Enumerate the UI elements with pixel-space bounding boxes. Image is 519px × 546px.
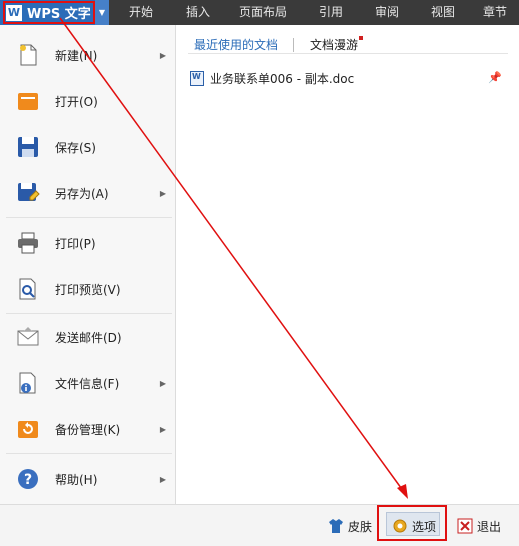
tab-references[interactable]: 引用	[303, 0, 359, 25]
menu-divider	[6, 217, 172, 218]
chevron-down-icon[interactable]: ▼	[95, 0, 109, 25]
wps-menu-button[interactable]: W WPS 文字 ▼	[0, 0, 109, 25]
submenu-arrow-icon: ▶	[159, 50, 166, 60]
ribbon-bar: W WPS 文字 ▼ 开始 插入 页面布局 引用 审阅 视图 章节	[0, 0, 519, 25]
tshirt-icon	[329, 519, 343, 533]
menu-item-send-mail[interactable]: 发送邮件(D)	[0, 317, 176, 357]
tab-start[interactable]: 开始	[109, 0, 173, 25]
tab-label: 文档漫游	[310, 38, 359, 52]
submenu-arrow-icon: ▶	[159, 378, 166, 388]
gear-icon	[393, 519, 407, 533]
menu-divider	[6, 453, 172, 454]
ribbon-tabs: 开始 插入 页面布局 引用 审阅 视图 章节	[109, 0, 519, 25]
printer-icon	[18, 232, 38, 254]
menu-item-label: 发送邮件(D)	[55, 330, 122, 345]
save-as-icon	[18, 183, 40, 201]
pin-icon[interactable]: 📌	[488, 71, 502, 84]
tab-view[interactable]: 视图	[415, 0, 471, 25]
close-icon	[457, 518, 473, 534]
save-disk-icon	[18, 137, 38, 157]
tab-review[interactable]: 审阅	[359, 0, 415, 25]
menu-item-backup[interactable]: 备份管理(K) ▶	[0, 409, 176, 449]
file-menu: 新建(N) ▶ 打开(O) 保存(S) 另存为(A) ▶ 打印(P) 打印预览(…	[0, 25, 176, 504]
wps-logo-icon: W	[6, 4, 22, 21]
menu-item-save[interactable]: 保存(S)	[0, 127, 176, 167]
bottom-bar	[0, 504, 519, 546]
notification-dot-icon	[359, 36, 364, 40]
menu-item-save-as[interactable]: 另存为(A) ▶	[0, 173, 176, 213]
print-preview-icon	[19, 278, 36, 300]
menu-item-open[interactable]: 打开(O)	[0, 81, 176, 121]
submenu-arrow-icon: ▶	[159, 424, 166, 434]
menu-item-label: 打开(O)	[55, 94, 98, 109]
menu-item-label: 另存为(A)	[55, 186, 109, 201]
app-title: WPS 文字	[27, 7, 91, 22]
menu-item-label: 帮助(H)	[55, 472, 98, 487]
tab-recent-documents[interactable]: 最近使用的文档	[194, 36, 278, 53]
menu-item-new[interactable]: 新建(N) ▶	[0, 35, 176, 75]
menu-item-label: 新建(N)	[55, 48, 98, 63]
tab-document-roaming[interactable]: 文档漫游	[310, 36, 364, 53]
tab-page-layout[interactable]: 页面布局	[223, 0, 303, 25]
help-icon: ?	[18, 469, 38, 489]
exit-button[interactable]: 退出	[457, 516, 501, 536]
recent-document-item[interactable]: 业务联系单006 - 副本.doc 📌	[190, 68, 508, 88]
submenu-arrow-icon: ▶	[159, 474, 166, 484]
tab-divider	[293, 38, 294, 52]
svg-text:?: ?	[24, 472, 32, 488]
recent-document-name: 业务联系单006 - 副本.doc	[210, 71, 355, 86]
open-folder-icon	[18, 93, 38, 110]
recent-panel-tabs: 最近使用的文档 文档漫游	[188, 30, 508, 54]
backup-folder-icon	[18, 421, 38, 438]
options-label: 选项	[412, 519, 437, 534]
menu-item-label: 备份管理(K)	[55, 422, 121, 437]
menu-item-help[interactable]: ? 帮助(H) ▶	[0, 459, 176, 499]
menu-item-label: 保存(S)	[55, 140, 96, 155]
menu-item-print[interactable]: 打印(P)	[0, 223, 176, 263]
skin-button[interactable]: 皮肤	[328, 516, 372, 536]
exit-label: 退出	[477, 519, 502, 534]
menu-divider	[6, 313, 172, 314]
mail-envelope-icon	[17, 327, 39, 346]
menu-item-label: 打印(P)	[55, 236, 96, 251]
menu-item-label: 打印预览(V)	[55, 282, 121, 297]
menu-item-file-info[interactable]: 文件信息(F) ▶	[0, 363, 176, 403]
word-document-icon	[190, 70, 204, 86]
skin-label: 皮肤	[348, 519, 373, 534]
file-info-icon	[19, 372, 36, 394]
submenu-arrow-icon: ▶	[159, 188, 166, 198]
tab-insert[interactable]: 插入	[173, 0, 223, 25]
menu-item-label: 文件信息(F)	[55, 376, 120, 391]
tab-chapter[interactable]: 章节	[471, 0, 519, 25]
new-document-icon	[20, 44, 37, 66]
options-button[interactable]: 选项	[392, 516, 436, 536]
menu-item-print-preview[interactable]: 打印预览(V)	[0, 269, 176, 309]
